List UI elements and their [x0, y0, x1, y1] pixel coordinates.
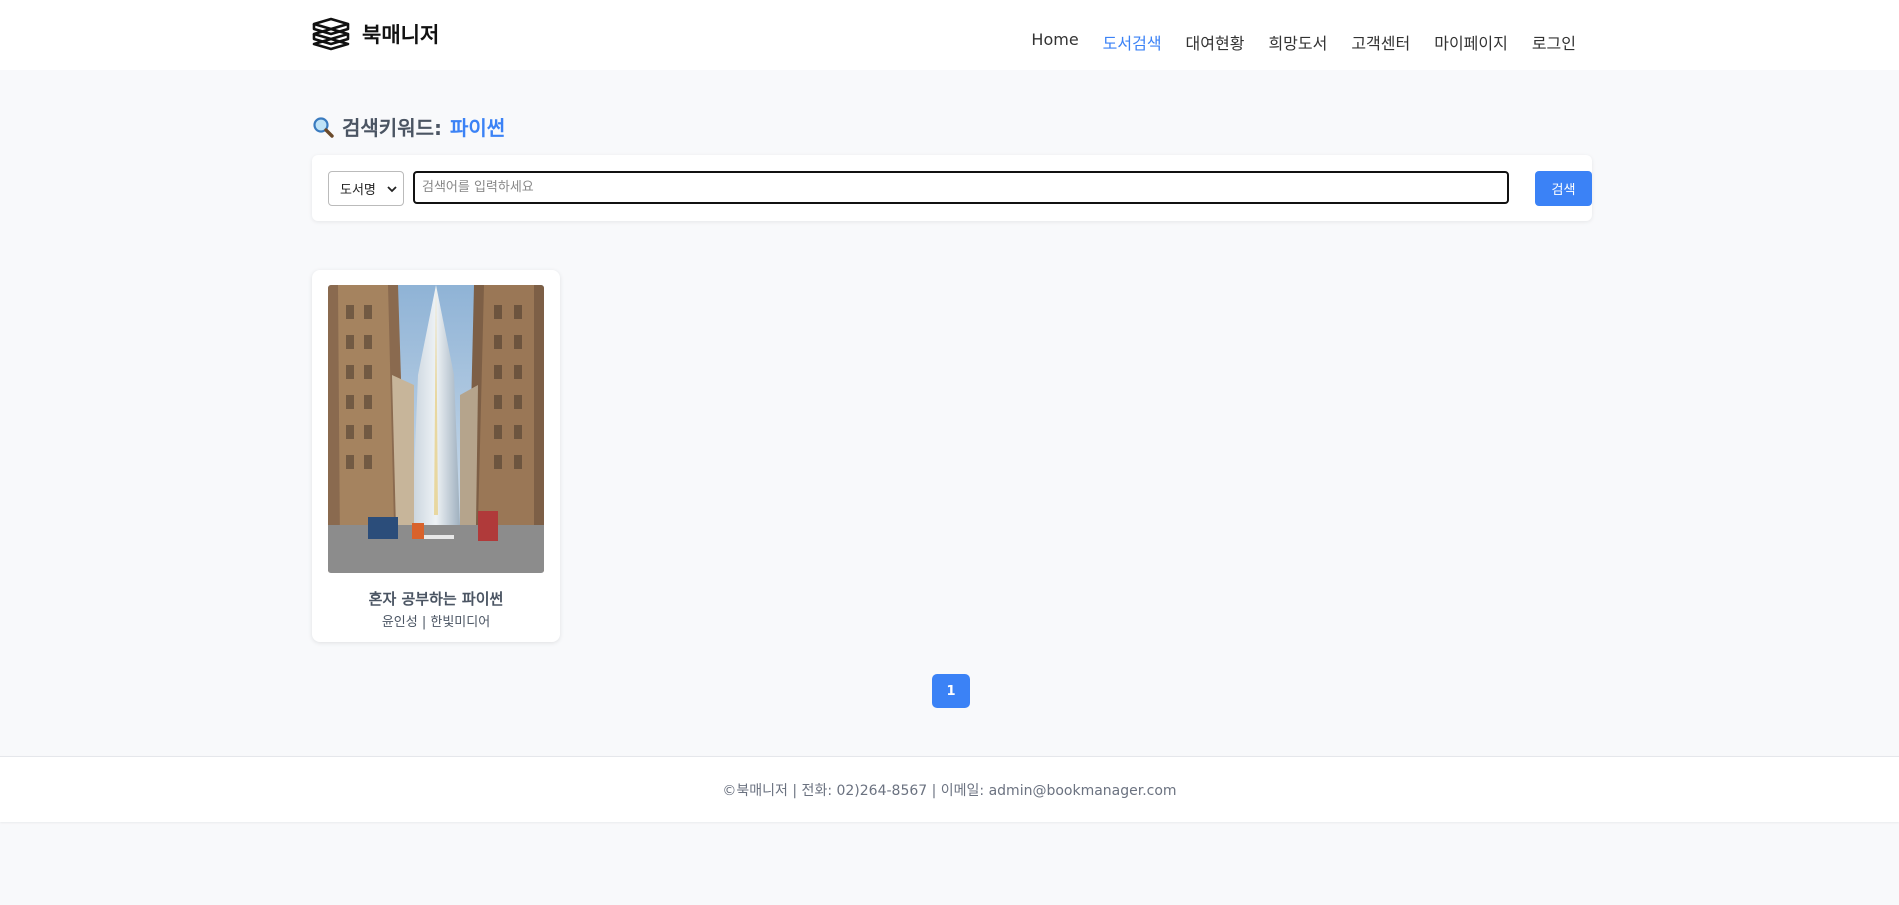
nav-book-search[interactable]: 도서검색: [1103, 30, 1162, 54]
main-content: 검색키워드: 파이썬 도서명 검색어를 입력하세요 검색 혼자 공부하는 파이썬…: [296, 70, 1608, 756]
magnifier-icon: [313, 116, 334, 138]
logo-text: 북매니저: [362, 23, 440, 47]
search-button[interactable]: 검색: [1535, 171, 1592, 206]
nav-login[interactable]: 로그인: [1532, 30, 1576, 54]
chevron-down-icon: [387, 186, 397, 193]
site-footer: ©북매니저 | 전화: 02)264-8567 | 이메일: admin@boo…: [0, 756, 1899, 822]
nav-home[interactable]: Home: [1031, 30, 1078, 54]
search-form: 도서명 검색: [312, 155, 1592, 221]
search-input[interactable]: [413, 171, 1509, 204]
nav-wish-books[interactable]: 희망도서: [1268, 30, 1327, 54]
footer-text: ©북매니저 | 전화: 02)264-8567 | 이메일: admin@boo…: [722, 782, 1177, 799]
book-author-publisher: 윤인성 | 한빛미디어: [381, 615, 491, 630]
book-card[interactable]: 혼자 공부하는 파이썬 윤인성 | 한빛미디어: [312, 270, 560, 642]
books-stack-icon: [312, 17, 350, 51]
search-keyword-label: 검색키워드:: [342, 116, 442, 140]
logo[interactable]: 북매니저: [310, 16, 439, 52]
main-nav: Home 도서검색 대여현황 희망도서 고객센터 마이페이지 로그인: [1031, 30, 1576, 54]
book-title[interactable]: 혼자 공부하는 파이썬: [312, 588, 560, 609]
nav-my-page[interactable]: 마이페이지: [1434, 30, 1508, 54]
pagination-page-1[interactable]: 1: [932, 674, 970, 708]
search-keyword-value: 파이썬: [450, 116, 506, 140]
book-cover-image: [328, 285, 544, 573]
nav-rental-status[interactable]: 대여현황: [1186, 30, 1245, 54]
search-field-select-value: 도서명: [340, 183, 376, 198]
nav-customer-center[interactable]: 고객센터: [1351, 30, 1410, 54]
search-field-select[interactable]: 도서명: [328, 171, 404, 206]
site-header: 북매니저 Home 도서검색 대여현황 희망도서 고객센터 마이페이지 로그인: [0, 0, 1899, 70]
search-keyword-heading: 검색키워드: 파이썬: [312, 112, 505, 141]
